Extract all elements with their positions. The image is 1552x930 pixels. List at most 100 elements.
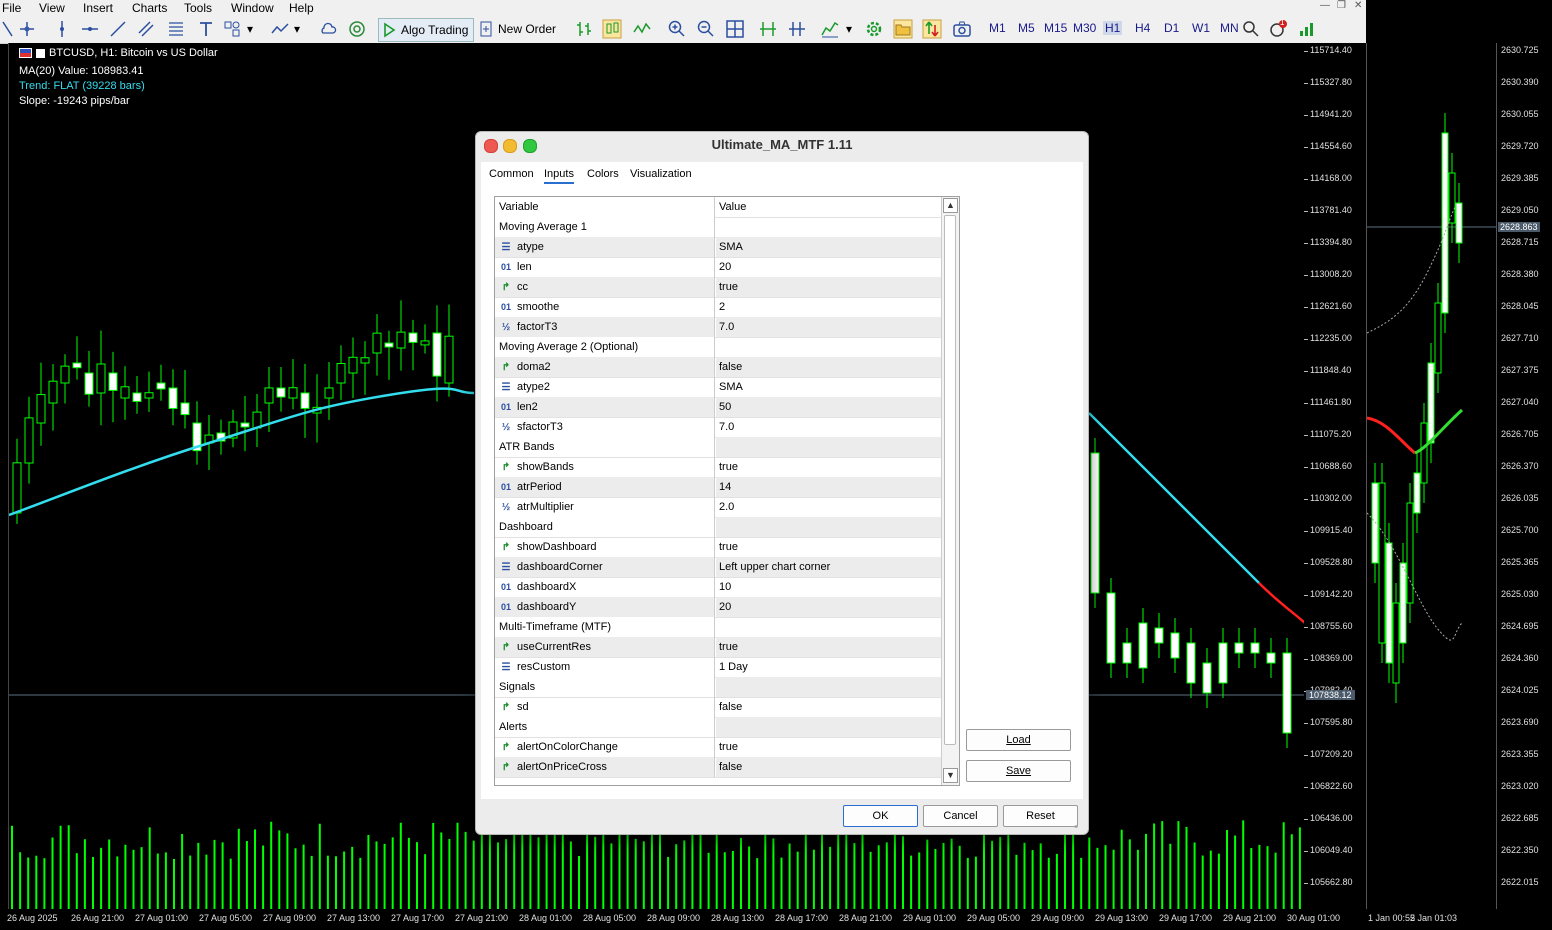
menu-charts[interactable]: Charts [132, 1, 167, 15]
cloud-icon[interactable] [318, 19, 338, 39]
input-row[interactable]: ☰ atype2 SMA [495, 377, 941, 398]
bar-chart-icon[interactable] [574, 19, 594, 39]
tab-inputs[interactable]: Inputs [544, 168, 574, 184]
tile-windows-icon[interactable] [725, 19, 745, 39]
input-row[interactable]: ↱ showDashboard true [495, 537, 941, 558]
timeframe-mn[interactable]: MN [1220, 21, 1239, 35]
input-row[interactable]: ↱ alertOnPriceCross false [495, 757, 941, 778]
cancel-button[interactable]: Cancel [923, 805, 998, 827]
input-row[interactable]: 01 dashboardX 10 [495, 577, 941, 598]
algo-trading-button[interactable]: Algo Trading [378, 18, 475, 42]
settings-icon[interactable] [864, 19, 884, 39]
signal-strength-icon[interactable] [1297, 19, 1317, 39]
input-row[interactable]: ☰ atype SMA [495, 237, 941, 258]
templates-icon[interactable] [820, 19, 840, 39]
side-price-axis[interactable]: 2630.725 2630.390 2630.055 2629.720 2629.385… [1496, 43, 1552, 909]
column-variable[interactable]: Variable [495, 197, 715, 217]
input-row[interactable]: ↱ doma2 false [495, 357, 941, 378]
notifications-icon[interactable] [1268, 19, 1288, 39]
timeframe-h1[interactable]: H1 [1103, 21, 1123, 35]
trade-levels-icon[interactable] [922, 19, 942, 39]
scroll-up-icon[interactable]: ▲ [943, 198, 958, 213]
screenshot-icon[interactable] [952, 19, 972, 39]
resize-grip-icon[interactable]: ∘ [1073, 822, 1079, 833]
line-chart-icon[interactable] [632, 19, 652, 39]
input-value-cell[interactable]: SMA [716, 237, 941, 257]
menu-tools[interactable]: Tools [184, 1, 212, 15]
vertical-scrollbar[interactable]: ▲ ▼ [941, 197, 959, 785]
timeframe-w1[interactable]: W1 [1192, 21, 1210, 35]
side-time-axis[interactable]: 1 Jan 00:55 2 Jan 01:03 [1366, 909, 1552, 930]
input-row[interactable]: ↱ showBands true [495, 457, 941, 478]
input-row[interactable]: ↱ alertOnColorChange true [495, 737, 941, 758]
input-value-cell[interactable]: Left upper chart corner [716, 557, 941, 577]
input-value-cell[interactable]: false [716, 757, 941, 777]
inputs-table[interactable]: Variable Value Moving Average 1 ☰ atype SMA… [494, 196, 960, 786]
templates-dropdown-icon[interactable]: ▾ [846, 18, 852, 40]
input-value-cell[interactable]: 2.0 [716, 497, 941, 517]
input-row[interactable]: ½ atrMultiplier 2.0 [495, 497, 941, 518]
time-axis[interactable]: 26 Aug 2025 26 Aug 21:00 27 Aug 01:00 27 Au… [0, 909, 1366, 930]
tab-visualization[interactable]: Visualization [630, 168, 692, 180]
search-icon[interactable] [1241, 19, 1261, 39]
side-chart[interactable] [1366, 43, 1497, 909]
input-value-cell[interactable]: true [716, 457, 941, 477]
horizontal-line-icon[interactable] [80, 19, 100, 39]
timeframe-m5[interactable]: M5 [1018, 21, 1035, 35]
new-order-button[interactable]: New Order [478, 18, 556, 40]
input-value-cell[interactable]: true [716, 537, 941, 557]
price-axis[interactable]: 115714.40 115327.80 114941.20 114554.60 1141… [1304, 43, 1366, 909]
ok-button[interactable]: OK [843, 805, 918, 827]
timeframe-m15[interactable]: M15 [1044, 21, 1067, 35]
timeframe-m30[interactable]: M30 [1073, 21, 1096, 35]
input-row[interactable]: 01 smoothe 2 [495, 297, 941, 318]
input-value-cell[interactable]: 50 [716, 397, 941, 417]
tab-colors[interactable]: Colors [587, 168, 619, 180]
input-row[interactable]: 01 atrPeriod 14 [495, 477, 941, 498]
input-value-cell[interactable]: true [716, 277, 941, 297]
restore-icon[interactable]: ❐ [1337, 0, 1346, 11]
channel-icon[interactable] [136, 19, 156, 39]
indicators-icon[interactable] [270, 19, 290, 39]
menu-help[interactable]: Help [289, 1, 314, 15]
chart-shift-icon[interactable] [787, 19, 807, 39]
save-button[interactable]: Save [966, 760, 1071, 782]
input-row[interactable]: 01 len 20 [495, 257, 941, 278]
zoom-out-icon[interactable] [696, 19, 716, 39]
menu-window[interactable]: Window [231, 1, 274, 15]
menu-view[interactable]: View [39, 1, 65, 15]
indicators-dropdown-icon[interactable]: ▾ [294, 18, 300, 40]
column-value[interactable]: Value [716, 197, 941, 217]
input-value-cell[interactable]: true [716, 637, 941, 657]
input-row[interactable]: ↱ cc true [495, 277, 941, 298]
input-value-cell[interactable]: 20 [716, 597, 941, 617]
input-row[interactable]: 01 len2 50 [495, 397, 941, 418]
trendline-icon[interactable] [108, 19, 128, 39]
fibonacci-icon[interactable] [166, 19, 186, 39]
menu-insert[interactable]: Insert [83, 1, 113, 15]
input-value-cell[interactable]: SMA [716, 377, 941, 397]
input-value-cell[interactable]: 7.0 [716, 317, 941, 337]
menu-file[interactable]: File [2, 1, 21, 15]
input-value-cell[interactable]: 2 [716, 297, 941, 317]
input-row[interactable]: ½ factorT3 7.0 [495, 317, 941, 338]
text-icon[interactable] [196, 19, 216, 39]
input-row[interactable]: ☰ resCustom 1 Day [495, 657, 941, 678]
input-value-cell[interactable]: 14 [716, 477, 941, 497]
input-row[interactable]: ↱ useCurrentRes true [495, 637, 941, 658]
scroll-chart-icon[interactable] [758, 19, 778, 39]
input-row[interactable]: 01 dashboardY 20 [495, 597, 941, 618]
vertical-line-icon[interactable] [52, 19, 72, 39]
reset-button[interactable]: Reset [1003, 805, 1078, 827]
tab-common[interactable]: Common [489, 168, 534, 180]
shapes-icon[interactable] [222, 19, 242, 39]
input-value-cell[interactable]: false [716, 697, 941, 717]
input-row[interactable]: ½ sfactorT3 7.0 [495, 417, 941, 438]
crosshair-icon[interactable] [17, 19, 37, 39]
input-row[interactable]: ↱ sd false [495, 697, 941, 718]
scrollbar-thumb[interactable] [944, 215, 956, 745]
input-value-cell[interactable]: 10 [716, 577, 941, 597]
timeframe-h4[interactable]: H4 [1135, 21, 1150, 35]
scroll-down-icon[interactable]: ▼ [943, 768, 958, 783]
input-value-cell[interactable]: 20 [716, 257, 941, 277]
